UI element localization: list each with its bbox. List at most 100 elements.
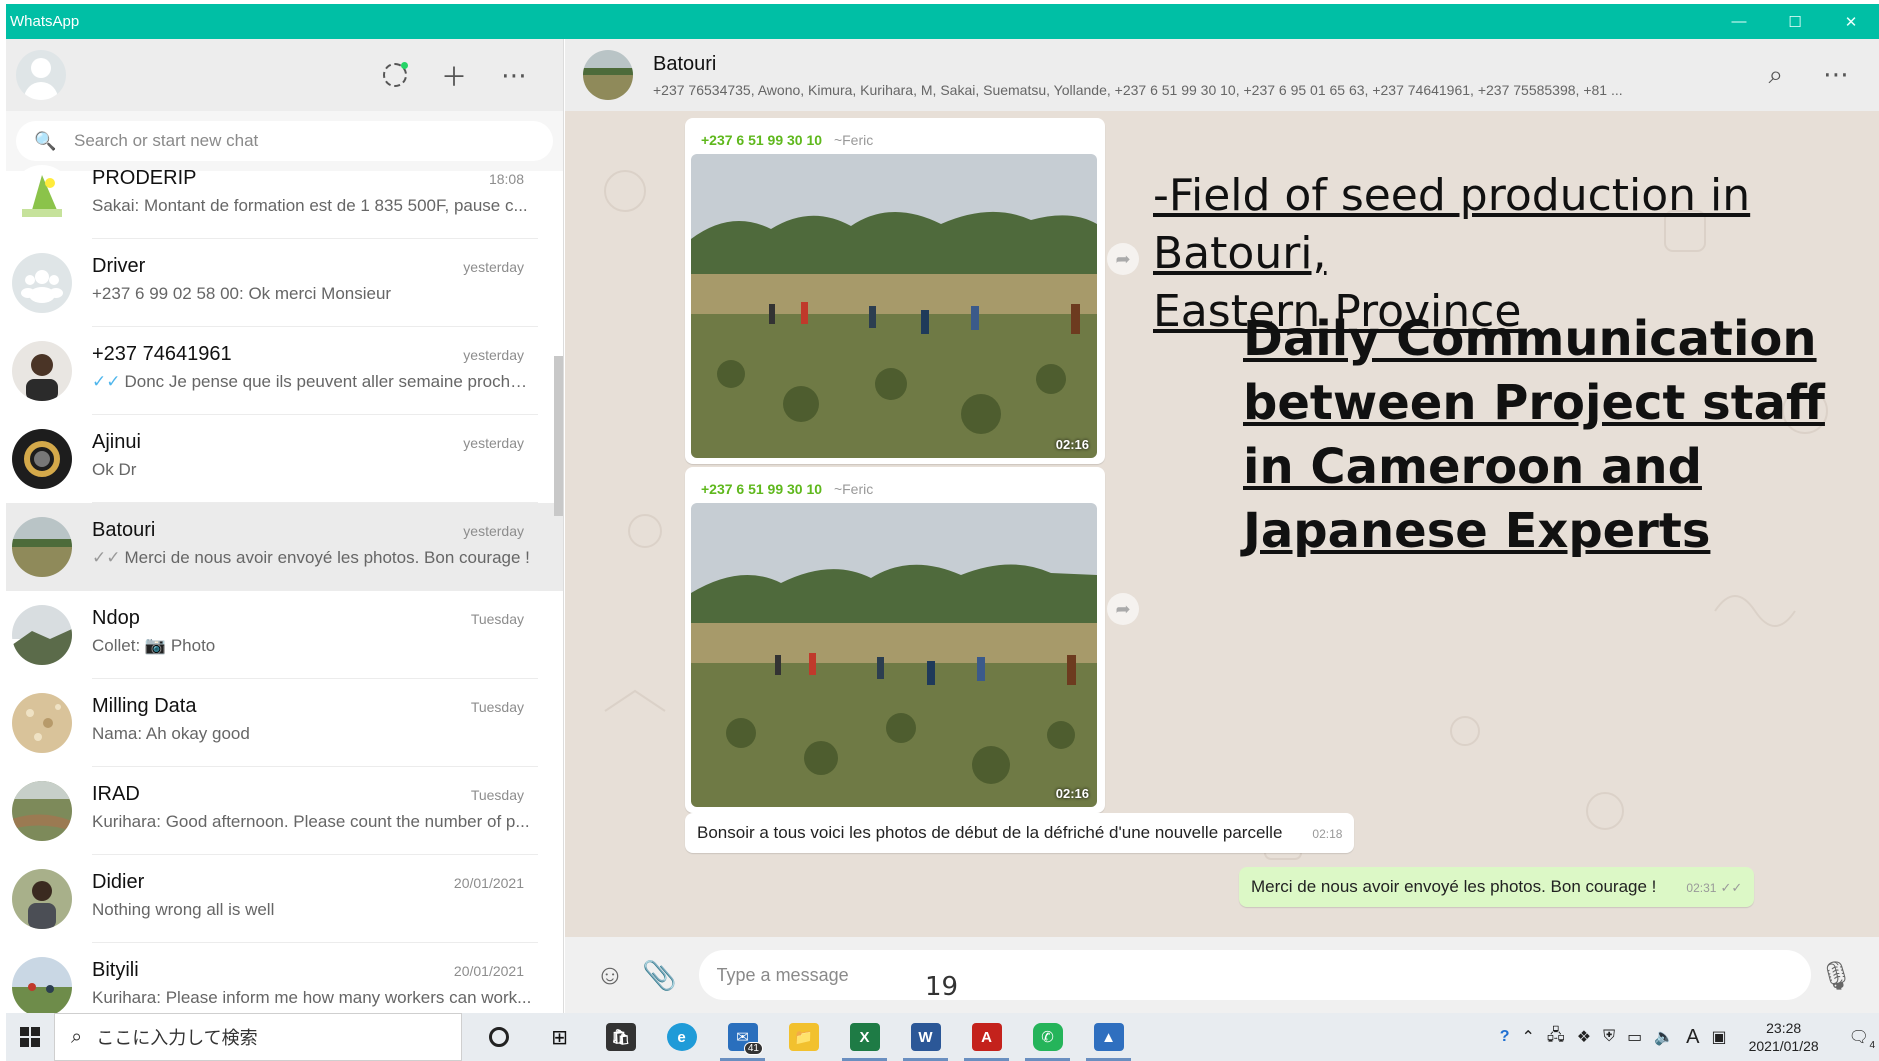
task-view-icon[interactable]: ⊞ <box>529 1013 590 1061</box>
chat-preview: Nothing wrong all is well <box>92 900 275 919</box>
landscape-photo-icon <box>12 605 72 665</box>
chat-preview: Kurihara: Good afternoon. Please count t… <box>92 812 530 831</box>
message-time: 02:31 <box>1686 881 1717 895</box>
excel-icon[interactable]: X <box>834 1013 895 1061</box>
close-button[interactable]: ✕ <box>1823 4 1879 39</box>
avatar-body-shape <box>24 82 58 100</box>
status-icon[interactable] <box>382 62 408 87</box>
menu-icon[interactable]: ⋯ <box>1823 59 1849 91</box>
sender-number[interactable]: +237 6 51 99 30 10 <box>701 481 822 497</box>
text-message-in[interactable]: Bonsoir a tous voici les photos de début… <box>685 813 1355 853</box>
maximize-button[interactable]: ☐ <box>1767 4 1823 39</box>
message-text: Bonsoir a tous voici les photos de début… <box>697 823 1283 842</box>
minimize-button[interactable]: — <box>1711 4 1767 39</box>
conversation-header[interactable]: Batouri +237 76534735, Awono, Kimura, Ku… <box>565 39 1879 111</box>
chat-item-237-74641961[interactable]: +237 74641961 yesterday ✓✓ Donc Je pense … <box>6 327 563 415</box>
chat-list-scrollbar[interactable] <box>554 356 563 516</box>
clock-time: 23:28 <box>1766 1020 1802 1036</box>
field-photo[interactable]: 02:16 <box>691 154 1097 458</box>
ime-mode-icon[interactable]: ▣ <box>1711 1027 1726 1047</box>
window-controls: — ☐ ✕ <box>1711 4 1879 39</box>
chat-info: +237 74641961 yesterday ✓✓ Donc Je pense … <box>92 327 538 415</box>
proderip-logo-icon <box>12 165 72 225</box>
my-avatar[interactable] <box>16 50 66 100</box>
group-avatar[interactable] <box>583 50 633 100</box>
double-check-icon: ✓✓ <box>1720 880 1743 895</box>
microphone-icon[interactable]: 🎙 <box>1811 959 1861 992</box>
slide-number: 19 <box>925 972 959 1002</box>
chat-avatar <box>12 957 72 1013</box>
search-icon[interactable]: ⌕ <box>1768 59 1783 91</box>
window-title: WhatsApp <box>10 13 80 30</box>
message-time: 02:16 <box>1055 786 1089 801</box>
new-chat-icon[interactable]: ＋ <box>441 57 467 94</box>
message-area[interactable]: +237 6 51 99 30 10 ~Feric 02:16 ➦ +237 6… <box>565 111 1879 937</box>
cortana-icon[interactable] <box>468 1013 529 1061</box>
chat-item-milling-data[interactable]: Milling Data Tuesday Nama: Ah okay good <box>6 679 563 767</box>
photos-icon[interactable]: ▲ <box>1078 1013 1139 1061</box>
volume-icon[interactable]: 🔈 <box>1654 1027 1674 1047</box>
sender-number[interactable]: +237 6 51 99 30 10 <box>701 132 822 148</box>
message-input-box[interactable] <box>698 950 1812 1000</box>
taskbar-search[interactable]: ⌕ ここに入力して検索 <box>54 1013 462 1061</box>
mail-icon[interactable]: ✉ 41 <box>712 1013 773 1061</box>
text-message-out[interactable]: Merci de nous avoir envoyé les photos. B… <box>1239 867 1755 907</box>
field-photo[interactable]: 02:16 <box>691 503 1097 807</box>
camera-icon: 📷 <box>144 636 167 655</box>
chat-item-ndop[interactable]: Ndop Tuesday Collet: 📷 Photo <box>6 591 563 679</box>
edge-icon[interactable]: e <box>651 1013 712 1061</box>
clock[interactable]: 23:28 2021/01/28 <box>1749 1019 1819 1055</box>
slide-heading: Daily Communication between Project staf… <box>1243 307 1825 563</box>
people-photo-icon <box>12 957 72 1013</box>
ime-icon[interactable]: A <box>1686 1026 1699 1049</box>
slide-caption-line1: -Field of seed production in Batouri, <box>1153 170 1751 279</box>
attach-icon[interactable]: 📎 <box>635 959 685 992</box>
forward-icon[interactable]: ➦ <box>1107 243 1139 275</box>
title-bar: WhatsApp — ☐ ✕ <box>6 4 1879 39</box>
chat-preview: +237 6 99 02 58 00: Ok merci Monsieur <box>92 284 392 303</box>
avatar-head-shape <box>31 58 51 78</box>
whatsapp-icon[interactable]: ✆ <box>1017 1013 1078 1061</box>
chat-avatar <box>12 165 72 225</box>
chat-item-batouri[interactable]: Batouri yesterday ✓✓ Merci de nous avoir … <box>6 503 563 591</box>
conversation-meta: Batouri +237 76534735, Awono, Kimura, Ku… <box>653 53 1753 98</box>
chat-preview-text: Photo <box>170 636 216 655</box>
network-icon[interactable]: 🖧 <box>1547 1024 1565 1051</box>
menu-icon[interactable]: ⋯ <box>501 60 527 91</box>
forward-icon[interactable]: ➦ <box>1107 593 1139 625</box>
chat-item-ajinui[interactable]: Ajinui yesterday Ok Dr <box>6 415 563 503</box>
message-input[interactable] <box>716 964 1417 986</box>
chat-item-proderip[interactable]: PRODERIP 18:08 Sakai: Montant de formati… <box>6 151 563 239</box>
chat-avatar <box>12 253 72 313</box>
search-icon: 🔍 <box>34 130 57 151</box>
word-icon[interactable]: W <box>895 1013 956 1061</box>
notification-icon[interactable]: 🗨 4 <box>1849 1027 1875 1051</box>
chat-avatar <box>12 869 72 929</box>
start-button[interactable] <box>6 1013 54 1061</box>
acrobat-icon[interactable]: A <box>956 1013 1017 1061</box>
field-photo-icon <box>583 50 633 100</box>
sender-alias: ~Feric <box>833 132 874 148</box>
message-sender: +237 6 51 99 30 10 ~Feric <box>691 126 1099 154</box>
chevron-up-icon[interactable]: ⌃ <box>1521 1027 1534 1047</box>
chat-info: Ajinui yesterday Ok Dr <box>92 415 538 503</box>
field-photo-icon <box>12 517 72 577</box>
chat-item-bityili[interactable]: Bityili 20/01/2021 Kurihara: Please info… <box>6 943 563 1013</box>
dropbox-icon[interactable]: ❖ <box>1577 1027 1591 1047</box>
chat-item-irad[interactable]: IRAD Tuesday Kurihara: Good afternoon. P… <box>6 767 563 855</box>
file-explorer-icon[interactable]: 📁 <box>773 1013 834 1061</box>
emoji-icon[interactable]: ☺ <box>585 959 635 991</box>
chat-time: Tuesday <box>470 699 524 715</box>
help-icon[interactable]: ? <box>1500 1028 1510 1046</box>
store-icon[interactable]: 🛍 <box>590 1013 651 1061</box>
chat-item-didier[interactable]: Didier 20/01/2021 Nothing wrong all is w… <box>6 855 563 943</box>
group-icon <box>12 253 72 313</box>
message-sender: +237 6 51 99 30 10 ~Feric <box>691 475 1099 503</box>
image-message[interactable]: +237 6 51 99 30 10 ~Feric 02:16 <box>685 118 1105 464</box>
image-message[interactable]: +237 6 51 99 30 10 ~Feric 02:16 <box>685 467 1105 813</box>
sidebar-header: ＋ ⋯ <box>6 39 563 111</box>
security-icon[interactable]: ⛨ <box>1603 1028 1615 1046</box>
search-input[interactable] <box>74 131 474 151</box>
display-icon[interactable]: ▭ <box>1627 1027 1642 1047</box>
chat-item-driver[interactable]: Driver yesterday +237 6 99 02 58 00: Ok … <box>6 239 563 327</box>
